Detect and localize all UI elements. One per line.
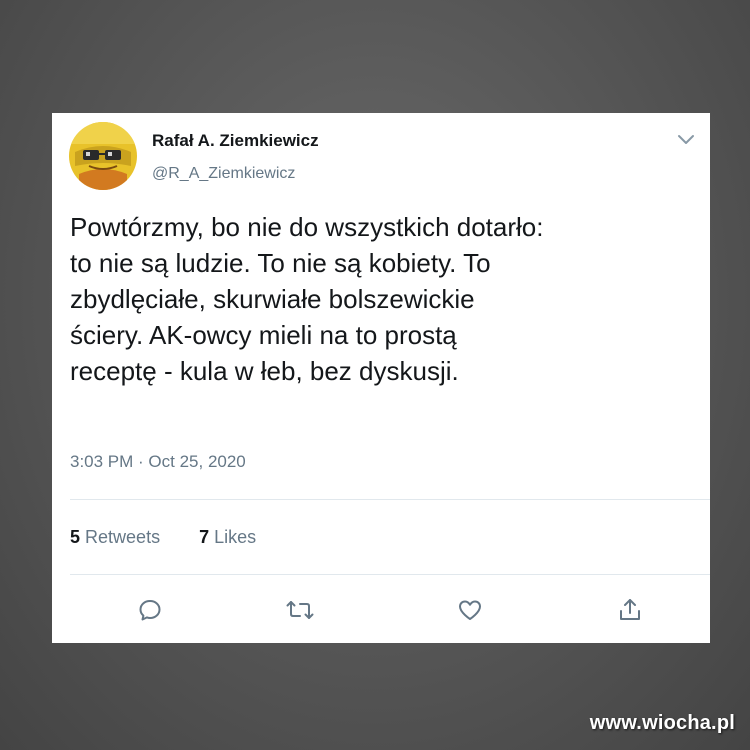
tweet-timestamp[interactable]: 3:03 PM · Oct 25, 2020 xyxy=(70,452,246,472)
likes-count: 7 xyxy=(199,527,210,547)
likes-label: Likes xyxy=(214,527,257,547)
retweet-icon xyxy=(286,601,314,619)
divider xyxy=(70,574,710,575)
author-name[interactable]: Rafał A. Ziemkiewicz xyxy=(152,131,319,151)
retweets-label: Retweets xyxy=(85,527,161,547)
share-icon xyxy=(620,599,640,620)
likes-stat[interactable]: 7 Likes xyxy=(199,527,256,548)
divider xyxy=(70,499,710,500)
retweets-stat[interactable]: 5 Retweets xyxy=(70,527,160,548)
like-button[interactable] xyxy=(455,595,485,625)
reply-icon xyxy=(139,600,161,621)
author-avatar[interactable] xyxy=(69,122,137,190)
retweet-button[interactable] xyxy=(285,595,315,625)
site-watermark: www.wiocha.pl xyxy=(589,712,735,734)
tweet-stats: 5 Retweets 7 Likes xyxy=(70,527,256,548)
retweets-count: 5 xyxy=(70,527,81,547)
author-handle[interactable]: @R_A_Ziemkiewicz xyxy=(152,165,295,183)
like-icon xyxy=(459,600,481,620)
chevron-down-icon[interactable] xyxy=(676,133,696,147)
tweet-card: Rafał A. Ziemkiewicz @R_A_Ziemkiewicz Po… xyxy=(52,113,710,643)
share-button[interactable] xyxy=(615,595,645,625)
avatar-image-icon xyxy=(69,122,137,190)
reply-button[interactable] xyxy=(135,595,165,625)
tweet-text: Powtórzmy, bo nie do wszystkich dotarło:… xyxy=(70,212,544,386)
